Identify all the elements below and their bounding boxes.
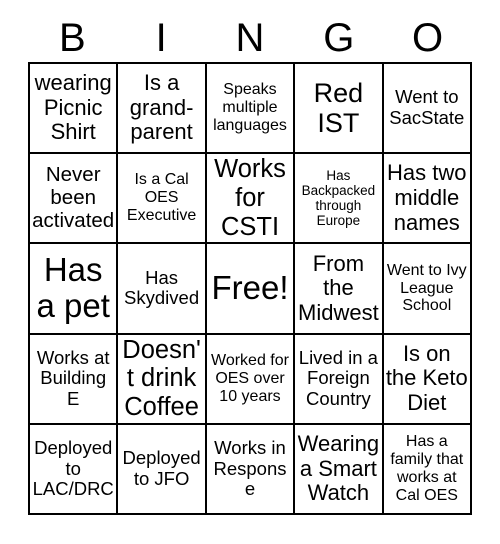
bingo-cell-r5c2[interactable]: Deployed to JFO (118, 424, 207, 515)
bingo-cell-label: From the Midwest (298, 250, 379, 325)
bingo-cell-label: Went to Ivy League School (386, 261, 467, 315)
bingo-cell-r3c4[interactable]: From the Midwest (295, 244, 384, 335)
bingo-cell-r1c5[interactable]: Went to SacState (383, 64, 472, 155)
bingo-cell-label: Wearing a Smart Watch (297, 430, 380, 506)
bingo-cell-label: Deployed to LAC/DRC (32, 436, 114, 500)
bingo-cell-label: Doesn't drink Coffee (122, 335, 201, 421)
bingo-cell-label: Has a family that works at Cal OES (390, 433, 464, 504)
bingo-cell-label: Works for CSTI (214, 155, 286, 241)
bingo-cell-label: Has Backpacked through Europe (301, 168, 376, 229)
bingo-header-letter-i: I (155, 16, 167, 60)
bingo-card: B I N G O wearing Picnic Shirt Is a grand-par… (0, 0, 500, 544)
bingo-header-letter-o: O (412, 16, 444, 60)
bingo-cell-label: Never been activated (32, 162, 115, 232)
bingo-cell-r4c3[interactable]: Worked for OES over 10 years (206, 334, 296, 425)
bingo-cell-label: Is a grand-parent (129, 70, 194, 145)
bingo-cell-label: Speaks multiple languages (213, 81, 287, 135)
bingo-cell-r4c2[interactable]: Doesn't drink Coffee (118, 334, 207, 425)
bingo-header-letter-g: G (323, 16, 355, 60)
bingo-cell-r4c5[interactable]: Is on the Keto Diet (383, 334, 472, 425)
bingo-cell-r3c5[interactable]: Went to Ivy League School (383, 244, 472, 335)
bingo-cell-r2c2[interactable]: Is a Cal OES Executive (118, 154, 207, 245)
bingo-cell-r1c4[interactable]: Red IST (295, 64, 384, 155)
bingo-cell-r1c2[interactable]: Is a grand-parent (118, 64, 207, 155)
bingo-cell-label: Free! (211, 269, 289, 307)
bingo-cell-r5c3[interactable]: Works in Response (206, 424, 296, 515)
bingo-cell-r1c3[interactable]: Speaks multiple languages (206, 64, 296, 155)
bingo-cell-label: Has two middle names (387, 160, 467, 235)
bingo-cell-label: Has Skydived (124, 266, 200, 309)
bingo-cell-r5c4[interactable]: Wearing a Smart Watch (295, 424, 384, 515)
bingo-cell-label: Lived in a Foreign Country (298, 346, 378, 410)
bingo-cell-label: Works in Response (213, 436, 287, 500)
bingo-cell-label: Works at Building E (36, 346, 110, 410)
bingo-cell-label: Deployed to JFO (122, 447, 201, 489)
bingo-cell-label: Red IST (313, 77, 364, 139)
bingo-header-row: BINGO (28, 14, 472, 62)
bingo-cell-r2c4[interactable]: Has Backpacked through Europe (295, 154, 384, 245)
bingo-cell-r2c1[interactable]: Never been activated (30, 154, 119, 245)
bingo-cell-label: Went to SacState (389, 86, 465, 129)
bingo-header-letter-n: N (235, 16, 265, 60)
bingo-cell-label: Is a Cal OES Executive (126, 171, 197, 225)
bingo-cell-label: Worked for OES over 10 years (211, 351, 289, 405)
bingo-cell-r4c1[interactable]: Works at Building E (30, 334, 119, 425)
bingo-cell-r4c4[interactable]: Lived in a Foreign Country (295, 334, 384, 425)
bingo-cell-label: Is on the Keto Diet (385, 340, 468, 415)
bingo-cell-label: wearing Picnic Shirt (34, 70, 112, 145)
bingo-cell-r5c5[interactable]: Has a family that works at Cal OES (383, 424, 472, 515)
bingo-cell-r2c3[interactable]: Works for CSTI (206, 154, 296, 245)
bingo-cell-r3c1[interactable]: Has a pet (30, 244, 119, 335)
bingo-grid: wearing Picnic Shirt Is a grand-parent Spe… (28, 62, 472, 515)
bingo-header-letter-b: B (59, 16, 86, 60)
bingo-cell-r3c2[interactable]: Has Skydived (118, 244, 207, 335)
bingo-cell-r5c1[interactable]: Deployed to LAC/DRC (30, 424, 119, 515)
bingo-cell-r1c1[interactable]: wearing Picnic Shirt (30, 64, 119, 155)
bingo-cell-label: Has a pet (36, 250, 110, 325)
bingo-free-cell[interactable]: Free! (206, 244, 296, 335)
bingo-cell-r2c5[interactable]: Has two middle names (383, 154, 472, 245)
